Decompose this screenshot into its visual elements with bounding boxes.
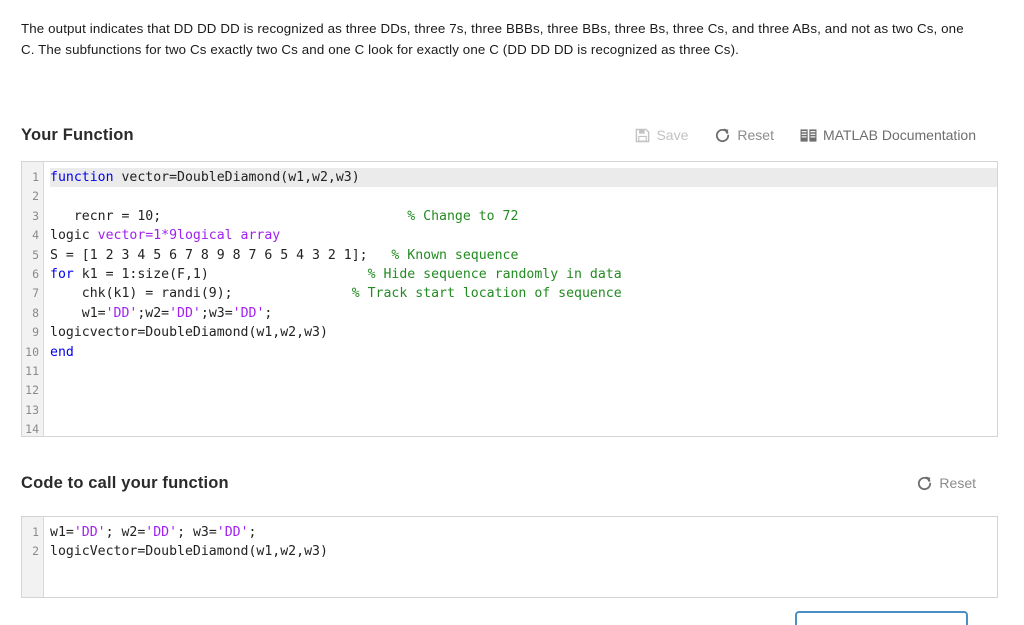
intro-paragraph: The output indicates that DD DD DD is re…: [21, 21, 964, 58]
line-number: 10: [25, 344, 39, 359]
code-token-pln: chk(k1) = randi(9);: [50, 286, 352, 302]
call-code-title: Code to call your function: [21, 473, 229, 492]
code-token-pln: ;w2=: [137, 305, 170, 321]
your-function-toolbar: Save Reset MATLAB Documentation: [635, 127, 976, 144]
code-token-str: 'DD': [169, 305, 201, 321]
code-token-pln: ;: [248, 525, 257, 540]
code-token-str: 'DD': [73, 525, 106, 540]
code-line[interactable]: w1='DD';w2='DD';w3='DD';: [50, 304, 997, 323]
code-token-pln: ;: [264, 305, 273, 321]
code-token-pln: logicVector=DoubleDiamond(w1,w2,w3): [50, 544, 328, 560]
code-line[interactable]: w1='DD'; w2='DD'; w3='DD';: [50, 523, 997, 542]
your-function-title: Your Function: [21, 125, 134, 144]
code-token-kw: function: [50, 170, 114, 185]
call-code-code[interactable]: w1='DD'; w2='DD'; w3='DD'; logicVector=Do…: [44, 517, 997, 597]
reset-call-code-button[interactable]: Reset: [916, 475, 976, 492]
code-token-str: 'DD': [216, 525, 249, 540]
line-number: 8: [32, 305, 39, 320]
save-button[interactable]: Save: [635, 127, 688, 143]
line-number: 9: [32, 325, 39, 340]
code-line[interactable]: [50, 187, 997, 206]
code-token-com: % Known sequence: [391, 247, 519, 263]
code-token-pln: w1=: [50, 305, 106, 321]
code-line[interactable]: S = [1 2 3 4 5 6 7 8 9 8 7 6 5 4 3 2 1];…: [50, 246, 997, 265]
call-code-header: Code to call your function Reset: [21, 470, 976, 496]
line-number: 11: [25, 364, 39, 379]
code-line[interactable]: logicVector=DoubleDiamond(w1,w2,w3): [50, 542, 997, 561]
code-token-pln: S = [1 2 3 4 5 6 7 8 9 8 7 6 5 4 3 2 1];: [50, 247, 392, 263]
code-token-pln: w1=: [50, 525, 74, 540]
reset-label: Reset: [737, 127, 774, 143]
refresh-icon: [714, 127, 731, 144]
code-line[interactable]: [50, 420, 997, 436]
code-token-com: % Hide sequence randomly in data: [367, 266, 622, 282]
code-token-kw: for: [50, 266, 74, 282]
submit-button[interactable]: [795, 611, 968, 625]
reset-label: Reset: [939, 475, 976, 491]
matlab-documentation-link[interactable]: MATLAB Documentation: [800, 127, 976, 143]
code-token-kw: end: [50, 344, 74, 360]
code-line[interactable]: for k1 = 1:size(F,1) % Hide sequence ran…: [50, 265, 997, 284]
code-token-com: % Change to 72: [407, 208, 519, 224]
matlab-documentation-label: MATLAB Documentation: [822, 127, 976, 143]
line-number: 1: [32, 525, 39, 539]
line-number: 13: [25, 402, 39, 417]
page-root: The output indicates that DD DD DD is re…: [0, 0, 1024, 625]
code-line[interactable]: chk(k1) = randi(9); % Track start locati…: [50, 284, 997, 303]
line-number: 1: [32, 170, 39, 184]
function-editor-code[interactable]: function vector=DoubleDiamond(w1,w2,w3) …: [44, 162, 997, 436]
code-line[interactable]: [50, 401, 997, 420]
code-line[interactable]: logicvector=DoubleDiamond(w1,w2,w3): [50, 323, 997, 342]
code-token-pln: ; w3=: [177, 525, 217, 540]
reset-function-button[interactable]: Reset: [714, 127, 774, 144]
code-line[interactable]: function vector=DoubleDiamond(w1,w2,w3): [50, 168, 997, 188]
line-number: 14: [25, 422, 39, 437]
code-line[interactable]: recnr = 10; % Change to 72: [50, 207, 997, 226]
code-token-str: vector=1*9logical array: [97, 228, 281, 244]
function-code-editor[interactable]: 1 2 3 4 5 6 7 8 9 10 11 12 13 14 function vector=Doub…: [21, 161, 998, 437]
refresh-icon: [916, 475, 933, 492]
code-token-str: 'DD': [105, 305, 138, 321]
code-line[interactable]: [50, 381, 997, 400]
code-token-pln: logicvector=DoubleDiamond(w1,w2,w3): [50, 325, 328, 341]
code-line[interactable]: [50, 362, 997, 381]
code-token-str: 'DD': [232, 305, 265, 321]
book-icon: [800, 128, 817, 143]
code-token-pln: ;w3=: [200, 305, 233, 321]
line-number: 3: [32, 208, 39, 223]
line-number: 12: [25, 383, 39, 398]
line-number: 7: [32, 286, 39, 301]
line-number: 4: [32, 228, 39, 243]
code-token-str: 'DD': [145, 525, 178, 540]
call-code-editor[interactable]: 12 w1='DD'; w2='DD'; w3='DD'; logicVector…: [21, 516, 998, 598]
code-token-pln: ; w2=: [105, 525, 146, 540]
call-code-toolbar: Reset: [916, 475, 976, 492]
line-number: 2: [32, 544, 39, 559]
code-token-pln: logic: [50, 228, 98, 244]
code-line[interactable]: end: [50, 343, 997, 362]
line-number: 6: [32, 267, 39, 282]
floppy-disk-icon: [635, 128, 650, 143]
code-line[interactable]: logic vector=1*9logical array: [50, 226, 997, 245]
code-token-pln: k1 = 1:size(F,1): [73, 266, 368, 282]
call-code-gutter: 12: [22, 517, 44, 597]
function-editor-gutter: 1 2 3 4 5 6 7 8 9 10 11 12 13 14: [22, 162, 44, 436]
code-token-pln: recnr = 10;: [50, 208, 408, 224]
code-token-com: % Track start location of sequence: [351, 286, 622, 302]
your-function-header: Your Function Save Reset MATLAB Document…: [21, 122, 976, 148]
line-number: 2: [32, 189, 39, 204]
code-token-pln: vector=DoubleDiamond(w1,w2,w3): [113, 170, 360, 185]
save-label: Save: [656, 127, 689, 143]
line-number: 5: [32, 247, 39, 262]
